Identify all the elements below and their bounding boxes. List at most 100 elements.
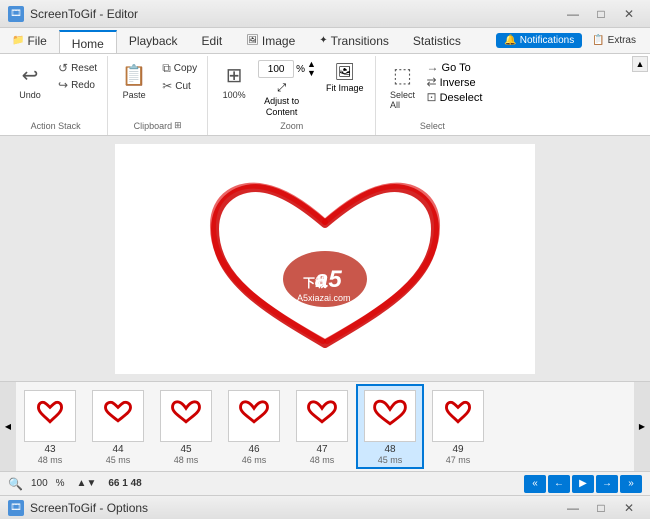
bottom-title-bar: 🎞 ScreenToGif - Options — □ ✕	[0, 495, 650, 519]
zoom-up-icon[interactable]: ▲▼	[307, 60, 316, 78]
frame-number: 48	[384, 444, 395, 455]
copy-button[interactable]: ⧉ Copy	[158, 60, 201, 77]
svg-text:A5xiazai.com: A5xiazai.com	[297, 293, 351, 303]
frame-time: 48 ms	[38, 455, 63, 465]
frame-item[interactable]: 4348 ms	[16, 384, 84, 469]
tab-edit-label: Edit	[202, 34, 223, 48]
frame-thumbnail	[364, 390, 416, 442]
frame-item[interactable]: 4947 ms	[424, 384, 492, 469]
nav-first-button[interactable]: «	[524, 475, 546, 493]
zoom-input-row: % ▲▼	[258, 60, 316, 78]
fit-image-button[interactable]: 🖼 Fit Image	[320, 60, 370, 95]
notifications-area: 🔔 Notifications 📋 Extras	[496, 28, 650, 53]
minimize-button[interactable]: —	[560, 4, 586, 24]
tab-image[interactable]: 🖼 Image	[234, 28, 307, 53]
zoom-100-label: 100%	[223, 90, 246, 100]
frames-container: 4348 ms4445 ms4548 ms4646 ms4748 ms4845 …	[16, 382, 634, 471]
zoom-status-icon: 🔍	[8, 477, 23, 491]
tab-transitions[interactable]: ✦ Transitions	[307, 28, 401, 53]
redo-button[interactable]: ↪ Redo	[54, 77, 101, 93]
zoom-100-button[interactable]: ⊞ 100%	[214, 60, 254, 103]
frame-thumbnail	[160, 390, 212, 442]
undo-button[interactable]: ↩ Undo	[10, 60, 50, 103]
undo-icon: ↩	[22, 63, 39, 88]
frame-number: 46	[248, 444, 259, 455]
image-tab-icon: 🖼	[246, 35, 259, 46]
frame-time: 47 ms	[446, 455, 471, 465]
ribbon-group-zoom: ⊞ 100% % ▲▼ ⤢ Adjust to Content 🖼	[208, 56, 376, 135]
ribbon-group-action-stack: ↩ Undo ↺ Reset ↪ Redo Action Stack	[4, 56, 108, 135]
zoom-label: Zoom	[280, 121, 303, 133]
paste-label: Paste	[123, 90, 146, 100]
copy-icon: ⧉	[162, 61, 171, 76]
inverse-label: Inverse	[440, 77, 476, 89]
bottom-title-bar-left: 🎞 ScreenToGif - Options	[8, 500, 148, 516]
status-bar: 🔍 100 % ▲▼ 66 1 48 « ← ▶ → »	[0, 471, 650, 495]
nav-last-button[interactable]: »	[620, 475, 642, 493]
adjust-label: Adjust to	[264, 96, 299, 106]
reset-button[interactable]: ↺ Reset	[54, 60, 101, 76]
frame-scroll-left-button[interactable]: ◀	[0, 382, 16, 471]
extras-label: Extras	[608, 35, 636, 46]
nav-next-button[interactable]: →	[596, 475, 618, 493]
cut-label: Cut	[175, 81, 191, 92]
paste-button[interactable]: 📋 Paste	[114, 60, 154, 103]
frame-item[interactable]: 4748 ms	[288, 384, 356, 469]
reset-label: Reset	[71, 63, 97, 74]
frame-time: 48 ms	[310, 455, 335, 465]
frame-item[interactable]: 4548 ms	[152, 384, 220, 469]
frame-time: 48 ms	[174, 455, 199, 465]
tab-image-label: Image	[262, 34, 295, 48]
tab-playback[interactable]: Playback	[117, 28, 190, 53]
close-button[interactable]: ✕	[616, 4, 642, 24]
fit-label: Fit Image	[326, 83, 364, 93]
notifications-button[interactable]: 🔔 Notifications	[496, 33, 582, 48]
nav-prev-button[interactable]: ←	[548, 475, 570, 493]
frame-item[interactable]: 4845 ms	[356, 384, 424, 469]
tab-edit[interactable]: Edit	[190, 28, 235, 53]
deselect-button[interactable]: ⊡ Deselect	[426, 90, 482, 104]
title-bar: 🎞 ScreenToGif - Editor — □ ✕	[0, 0, 650, 28]
tab-home[interactable]: Home	[59, 30, 117, 53]
svg-text:下载: 下载	[303, 275, 327, 290]
tab-file[interactable]: 📁 File	[0, 28, 59, 53]
clipboard-expand-icon[interactable]: ⊞	[174, 120, 182, 131]
status-divider: ▲▼	[77, 478, 97, 489]
maximize-button[interactable]: □	[588, 4, 614, 24]
frame-item[interactable]: 4445 ms	[84, 384, 152, 469]
select-content: ⬚ SelectAll → Go To ⇄ Inverse ⊡ Deselect	[382, 58, 482, 121]
frame-item[interactable]: 4646 ms	[220, 384, 288, 469]
reset-icon: ↺	[58, 61, 68, 75]
reset-redo-stack: ↺ Reset ↪ Redo	[54, 60, 101, 93]
tab-playback-label: Playback	[129, 34, 178, 48]
frame-thumbnail	[24, 390, 76, 442]
title-bar-left: 🎞 ScreenToGif - Editor	[8, 6, 138, 22]
fit-icon: 🖼	[335, 62, 355, 82]
clipboard-label: Clipboard ⊞	[134, 120, 182, 133]
extras-button[interactable]: 📋 Extras	[586, 33, 642, 48]
adjust-label2: Content	[266, 107, 298, 117]
select-all-button[interactable]: ⬚ SelectAll	[382, 60, 422, 113]
frame-scroll-right-button[interactable]: ▶	[634, 382, 650, 471]
tab-file-label: File	[27, 34, 46, 48]
action-stack-content: ↩ Undo ↺ Reset ↪ Redo	[10, 58, 101, 121]
ribbon-group-clipboard: 📋 Paste ⧉ Copy ✂ Cut Clipboard ⊞	[108, 56, 208, 135]
zoom-percent: %	[296, 64, 305, 75]
adjust-icon: ⤢	[277, 82, 286, 95]
ribbon-collapse-button[interactable]: ▲	[632, 56, 648, 72]
inverse-button[interactable]: ⇄ Inverse	[426, 75, 482, 89]
deselect-label: Deselect	[440, 92, 483, 104]
zoom-controls: % ▲▼ ⤢ Adjust to Content	[258, 60, 316, 119]
tab-statistics[interactable]: Statistics	[401, 28, 473, 53]
ribbon: ↩ Undo ↺ Reset ↪ Redo Action Stack 📋	[0, 54, 650, 136]
deselect-icon: ⊡	[426, 90, 436, 104]
frame-number: 47	[316, 444, 327, 455]
notifications-label: Notifications	[520, 35, 574, 46]
zoom-input[interactable]	[258, 60, 294, 78]
clipboard-content: 📋 Paste ⧉ Copy ✂ Cut	[114, 58, 201, 120]
cut-button[interactable]: ✂ Cut	[158, 78, 201, 94]
nav-play-button[interactable]: ▶	[572, 475, 594, 493]
select-stack: → Go To ⇄ Inverse ⊡ Deselect	[426, 60, 482, 104]
go-to-button[interactable]: → Go To	[426, 60, 482, 74]
adjust-to-content-button[interactable]: ⤢ Adjust to Content	[258, 80, 305, 119]
